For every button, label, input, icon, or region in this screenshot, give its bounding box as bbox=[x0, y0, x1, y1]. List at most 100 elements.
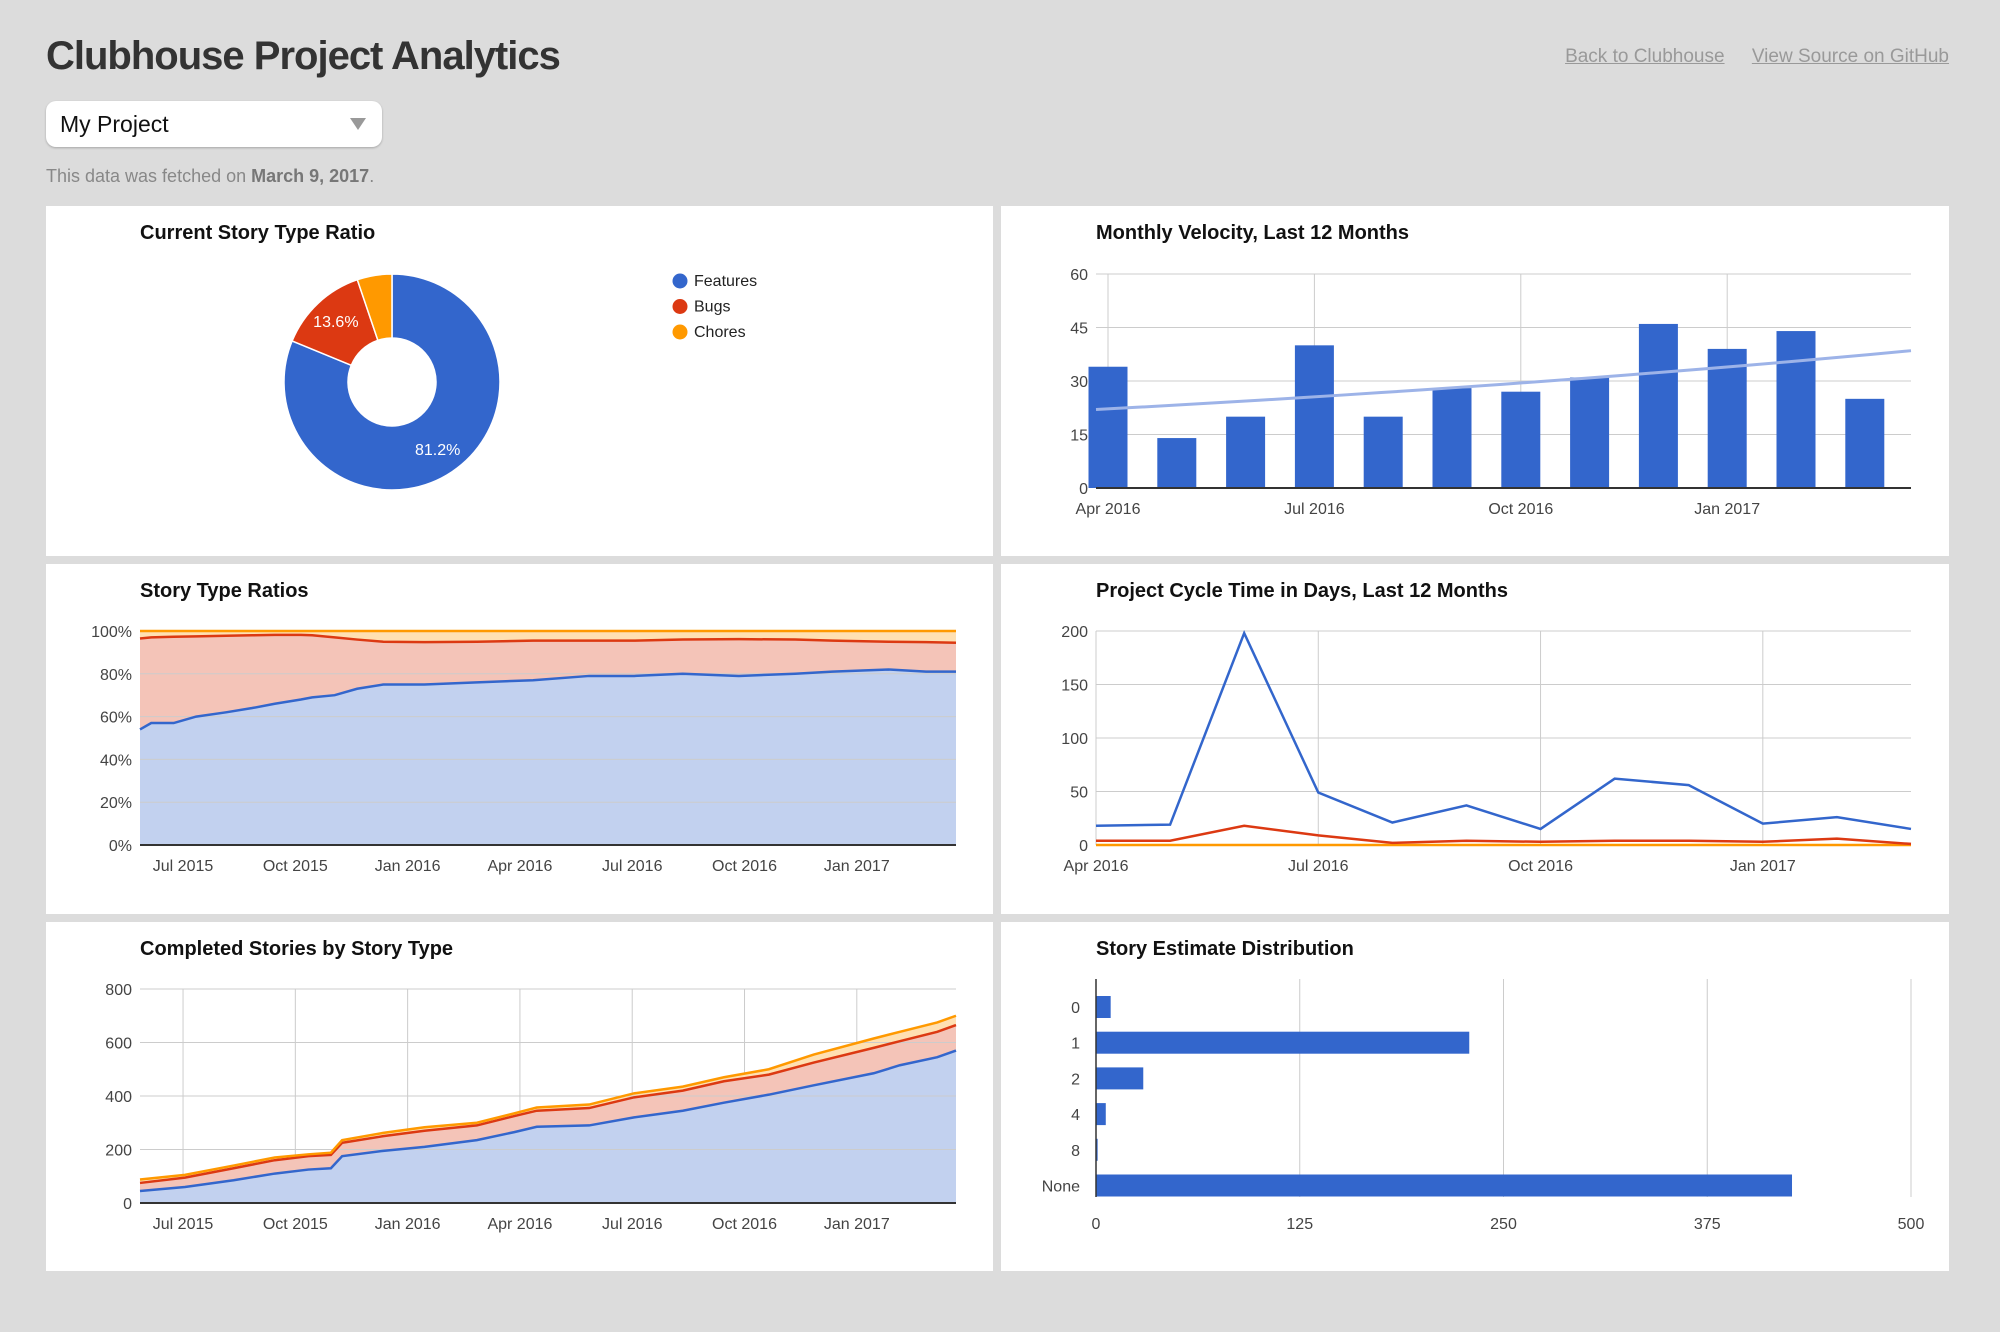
velocity-bar bbox=[1845, 398, 1885, 488]
estimate-bar bbox=[1096, 1103, 1106, 1126]
legend-marker bbox=[672, 273, 688, 289]
x-tick-label: Oct 2016 bbox=[712, 858, 777, 875]
header-links: Back to Clubhouse View Source on GitHub bbox=[1543, 46, 1949, 68]
legend-label: Features bbox=[694, 273, 757, 290]
y-tick-label: 50 bbox=[1070, 785, 1088, 802]
x-tick-label: Jul 2016 bbox=[1288, 858, 1349, 875]
x-tick-label: Oct 2016 bbox=[712, 1216, 777, 1233]
velocity-bar bbox=[1226, 416, 1266, 488]
line-features bbox=[1095, 629, 1912, 831]
legend-marker bbox=[672, 324, 688, 340]
view-source-link[interactable]: View Source on GitHub bbox=[1752, 46, 1949, 67]
velocity-bar bbox=[1776, 331, 1816, 488]
x-tick-label: Oct 2016 bbox=[1508, 858, 1573, 875]
x-tick-label: Jan 2016 bbox=[375, 1216, 441, 1233]
x-tick-label: Apr 2016 bbox=[487, 1216, 552, 1233]
x-tick-label: Jul 2015 bbox=[153, 1216, 214, 1233]
chart-title: Story Estimate Distribution bbox=[1096, 938, 1354, 960]
y-tick-label: 0% bbox=[109, 838, 132, 855]
velocity-bar bbox=[1707, 348, 1747, 488]
y-tick-label: 0 bbox=[1079, 481, 1088, 498]
story-type-ratio-chart: Current Story Type Ratio 81.2% 13.6% Featur… bbox=[140, 222, 757, 491]
estimate-bar bbox=[1096, 1174, 1793, 1197]
y-tick-label: 200 bbox=[1061, 624, 1088, 641]
story-type-ratios-panel: Story Type Ratios Jul 2015 Oct 2015 Jan 201… bbox=[46, 564, 993, 914]
chevron-down-icon bbox=[350, 118, 366, 130]
chart-title: Current Story Type Ratio bbox=[140, 222, 375, 244]
monthly-velocity-panel: Monthly Velocity, Last 12 Months 0 15 30 45 6… bbox=[1001, 206, 1949, 556]
x-tick-label: Jul 2015 bbox=[153, 858, 214, 875]
x-tick-label: Jul 2016 bbox=[1284, 501, 1345, 518]
project-select-value: My Project bbox=[60, 111, 169, 137]
y-tick-label: 15 bbox=[1070, 428, 1088, 445]
x-tick-label: Jan 2017 bbox=[824, 1216, 890, 1233]
story-type-ratios-chart: Story Type Ratios Jul 2015 Oct 2015 Jan 201… bbox=[91, 580, 957, 875]
fetched-date: March 9, 2017 bbox=[251, 166, 370, 186]
completed-stories-panel: Completed Stories by Story Type Jul 2015 O… bbox=[46, 922, 993, 1271]
page-title: Clubhouse Project Analytics bbox=[46, 34, 561, 78]
back-to-clubhouse-link[interactable]: Back to Clubhouse bbox=[1565, 46, 1725, 67]
line-bugs bbox=[1096, 824, 1912, 846]
legend-label: Bugs bbox=[694, 299, 730, 316]
velocity-bar bbox=[1638, 323, 1678, 488]
x-tick-label: Apr 2016 bbox=[1076, 501, 1141, 518]
x-tick-label: 375 bbox=[1694, 1216, 1721, 1233]
x-tick-label: Oct 2015 bbox=[263, 858, 328, 875]
x-tick-label: Jan 2016 bbox=[375, 858, 441, 875]
fetched-note: This data was fetched on March 9, 2017. bbox=[46, 166, 374, 187]
velocity-bar bbox=[1363, 416, 1403, 488]
chart-title: Completed Stories by Story Type bbox=[140, 938, 453, 960]
y-tick-label: 200 bbox=[105, 1143, 132, 1160]
x-tick-label: 0 bbox=[1092, 1216, 1101, 1233]
velocity-bar bbox=[1432, 388, 1472, 488]
x-tick-label: 250 bbox=[1490, 1216, 1517, 1233]
y-tick-label: 45 bbox=[1070, 321, 1088, 338]
y-tick-label: 150 bbox=[1061, 678, 1088, 695]
x-tick-label: Jul 2016 bbox=[602, 1216, 663, 1233]
y-tick-label: 60 bbox=[1070, 267, 1088, 284]
story-type-ratio-panel: Current Story Type Ratio 81.2% 13.6% Featur… bbox=[46, 206, 993, 556]
y-tick-label: 0 bbox=[123, 1196, 132, 1213]
y-tick-label: 0 bbox=[1079, 838, 1088, 855]
legend-label: Chores bbox=[694, 324, 746, 341]
chart-title: Project Cycle Time in Days, Last 12 Mont… bbox=[1096, 580, 1508, 602]
y-tick-label: 2 bbox=[1071, 1071, 1080, 1088]
chart-title: Story Type Ratios bbox=[140, 580, 309, 602]
y-tick-label: None bbox=[1042, 1179, 1080, 1196]
velocity-bar bbox=[1157, 438, 1197, 488]
fetched-suffix: . bbox=[369, 166, 375, 186]
estimate-distribution-panel: Story Estimate Distribution 0 125 250 375 500… bbox=[1001, 922, 1949, 1271]
cycle-time-panel: Project Cycle Time in Days, Last 12 Mont… bbox=[1001, 564, 1949, 914]
velocity-bar bbox=[1088, 366, 1128, 488]
y-tick-label: 0 bbox=[1071, 1000, 1080, 1017]
y-tick-label: 600 bbox=[105, 1036, 132, 1053]
chart-title: Monthly Velocity, Last 12 Months bbox=[1096, 222, 1409, 244]
x-tick-label: 125 bbox=[1286, 1216, 1313, 1233]
y-tick-label: 60% bbox=[100, 710, 132, 727]
x-tick-label: 500 bbox=[1898, 1216, 1925, 1233]
y-tick-label: 30 bbox=[1070, 374, 1088, 391]
y-tick-label: 8 bbox=[1071, 1143, 1080, 1160]
y-tick-label: 800 bbox=[105, 982, 132, 999]
y-tick-label: 100% bbox=[91, 624, 132, 641]
y-tick-label: 80% bbox=[100, 667, 132, 684]
x-tick-label: Jul 2016 bbox=[602, 858, 663, 875]
x-tick-label: Jan 2017 bbox=[1694, 501, 1760, 518]
estimate-bar bbox=[1096, 996, 1111, 1018]
slice-label: 13.6% bbox=[313, 314, 358, 331]
estimate-bar bbox=[1096, 1067, 1144, 1090]
y-tick-label: 20% bbox=[100, 795, 132, 812]
y-tick-label: 100 bbox=[1061, 731, 1088, 748]
velocity-bar bbox=[1294, 345, 1334, 488]
project-select[interactable]: My Project bbox=[46, 101, 382, 147]
x-tick-label: Jan 2017 bbox=[824, 858, 890, 875]
x-tick-label: Apr 2016 bbox=[487, 858, 552, 875]
x-tick-label: Oct 2016 bbox=[1488, 501, 1553, 518]
velocity-bar bbox=[1501, 391, 1541, 488]
y-tick-label: 4 bbox=[1071, 1107, 1080, 1124]
cycle-time-chart: Project Cycle Time in Days, Last 12 Mont… bbox=[1061, 580, 1912, 875]
y-tick-label: 1 bbox=[1071, 1036, 1080, 1053]
y-tick-label: 400 bbox=[105, 1089, 132, 1106]
estimate-bar bbox=[1096, 1031, 1470, 1054]
slice-label: 81.2% bbox=[415, 442, 460, 459]
